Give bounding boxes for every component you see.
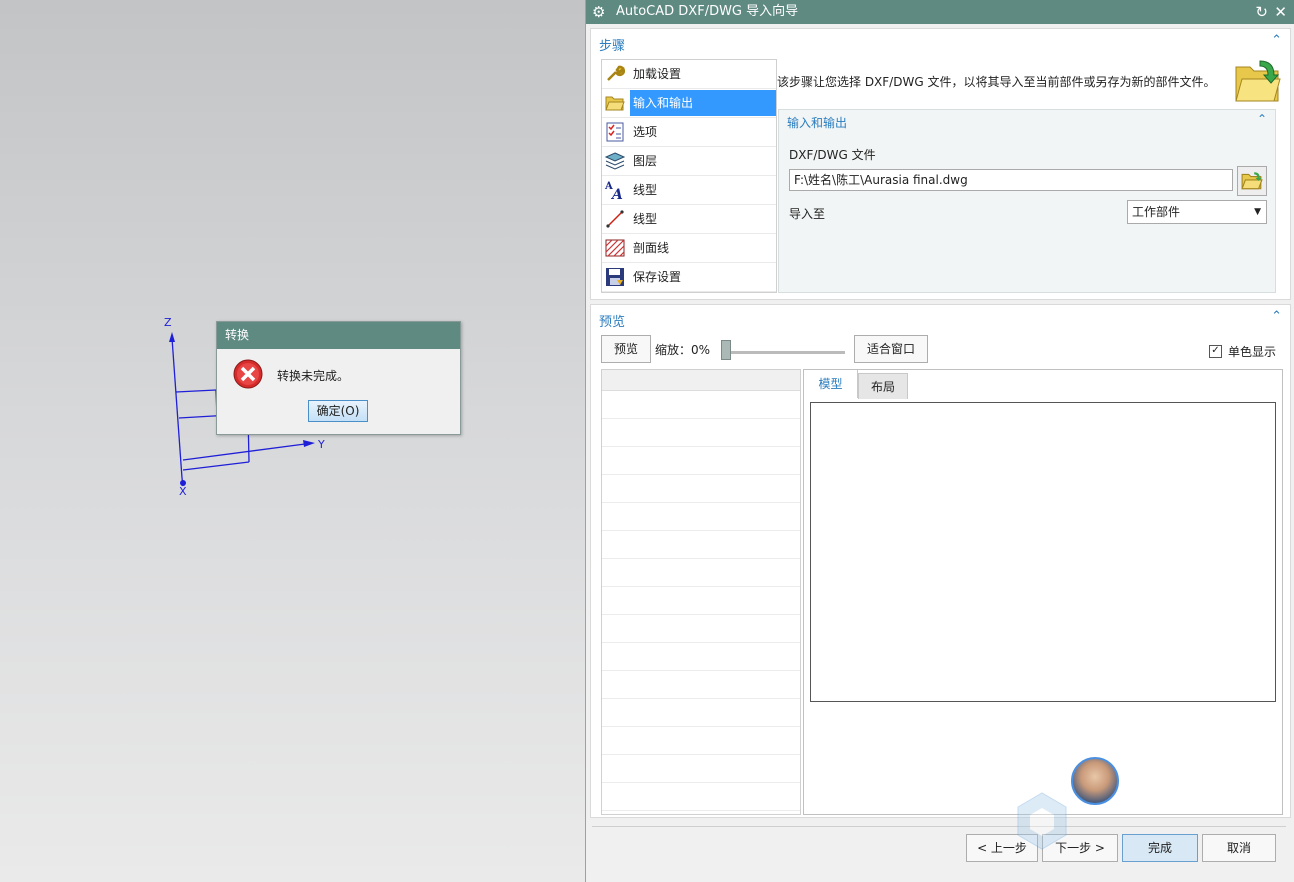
list-item xyxy=(602,587,800,615)
list-item xyxy=(602,699,800,727)
preview-button[interactable]: 预览 xyxy=(601,335,651,363)
import-to-label: 导入至 xyxy=(789,207,826,221)
step-label: 输入和输出 xyxy=(630,90,776,116)
wizard-title-bar: ⚙ AutoCAD DXF/DWG 导入向导 ↻ ✕ xyxy=(586,0,1294,24)
list-item xyxy=(602,643,800,671)
preview-header[interactable]: 预览 xyxy=(599,311,625,330)
reset-icon[interactable]: ↻ xyxy=(1255,0,1268,24)
step-item-font[interactable]: AA 线型 xyxy=(602,176,776,205)
gear-icon[interactable]: ⚙ xyxy=(592,0,605,24)
preview-layer-list[interactable] xyxy=(601,369,801,815)
step-item-save-settings[interactable]: 保存设置 xyxy=(602,263,776,292)
message-box-title: 转换 xyxy=(217,322,460,349)
step-label: 剖面线 xyxy=(633,241,670,255)
io-group: 输入和输出 ⌃ DXF/DWG 文件 F:\姓名\陈工\Aurasia fina… xyxy=(778,109,1276,293)
import-wizard-panel: ⚙ AutoCAD DXF/DWG 导入向导 ↻ ✕ 步骤 ⌃ 加载设置 输入和… xyxy=(585,0,1294,882)
step-description: 该步骤让您选择 DXF/DWG 文件，以将其导入至当前部件或另存为新的部件文件。 xyxy=(777,75,1216,89)
monochrome-checkbox[interactable]: ✓ xyxy=(1209,345,1222,358)
step-label: 线型 xyxy=(633,212,658,226)
step-label: 保存设置 xyxy=(633,270,682,284)
save-icon xyxy=(604,266,626,288)
io-group-header[interactable]: 输入和输出 xyxy=(787,114,847,131)
list-item xyxy=(602,475,800,503)
collapse-icon[interactable]: ⌃ xyxy=(1271,33,1282,48)
list-item xyxy=(602,531,800,559)
steps-section: 步骤 ⌃ 加载设置 输入和输出 选项 图层 A A 线型 线型 剖面线 保存设置… xyxy=(590,28,1291,300)
list-item xyxy=(602,391,800,419)
file-path-input[interactable]: F:\姓名\陈工\Aurasia final.dwg xyxy=(789,169,1233,191)
step-item-input-output[interactable]: 输入和输出 xyxy=(602,89,776,118)
layers-icon xyxy=(604,150,626,172)
message-text: 转换未完成。 xyxy=(277,369,350,383)
step-item-hatch[interactable]: 剖面线 xyxy=(602,234,776,263)
error-icon xyxy=(233,359,263,389)
hatch-icon xyxy=(604,237,626,259)
wrench-icon xyxy=(604,63,626,85)
step-item-options[interactable]: 选项 xyxy=(602,118,776,147)
list-item xyxy=(602,615,800,643)
step-label: 选项 xyxy=(633,125,658,139)
step-item-load-settings[interactable]: 加载设置 xyxy=(602,60,776,89)
step-label: 线型 xyxy=(633,183,658,197)
collapse-icon[interactable]: ⌃ xyxy=(1257,112,1267,126)
list-item xyxy=(602,559,800,587)
graphics-viewport[interactable]: Z Y X 转换 转换未完成。 确定(O) xyxy=(0,0,585,882)
list-header xyxy=(602,370,800,391)
cancel-button[interactable]: 取消 xyxy=(1202,834,1276,862)
preview-section: 预览 ⌃ 预览 缩放：0% 适合窗口 ✓ 单色显示 模型 布局 xyxy=(590,304,1291,818)
svg-text:A: A xyxy=(610,187,623,201)
axis-y-label: Y xyxy=(317,438,325,451)
import-to-value: 工作部件 xyxy=(1132,205,1181,219)
finish-button[interactable]: 完成 xyxy=(1122,834,1198,862)
list-item xyxy=(602,783,800,811)
zoom-slider[interactable] xyxy=(723,351,845,354)
step-label: 加载设置 xyxy=(633,67,682,81)
checklist-icon xyxy=(604,121,626,143)
ok-button[interactable]: 确定(O) xyxy=(308,400,368,422)
file-label: DXF/DWG 文件 xyxy=(789,148,876,162)
wizard-title: AutoCAD DXF/DWG 导入向导 xyxy=(616,4,799,19)
tab-model[interactable]: 模型 xyxy=(804,370,858,398)
steps-header[interactable]: 步骤 xyxy=(599,35,625,54)
step-item-linetype[interactable]: 线型 xyxy=(602,205,776,234)
close-icon[interactable]: ✕ xyxy=(1274,0,1287,24)
import-to-select[interactable]: 工作部件 ▼ xyxy=(1127,200,1267,224)
watermark-logo xyxy=(1017,792,1067,850)
footer-divider xyxy=(592,826,1286,827)
list-item xyxy=(602,755,800,783)
tab-layout[interactable]: 布局 xyxy=(858,373,908,399)
line-icon xyxy=(604,208,626,230)
list-item xyxy=(602,447,800,475)
collapse-icon[interactable]: ⌃ xyxy=(1271,309,1282,324)
step-label: 图层 xyxy=(633,154,658,168)
folder-import-icon xyxy=(1235,60,1281,102)
list-item xyxy=(602,671,800,699)
folder-open-icon xyxy=(604,92,626,114)
browse-button[interactable] xyxy=(1237,166,1267,196)
list-item xyxy=(602,727,800,755)
step-list: 加载设置 输入和输出 选项 图层 A A 线型 线型 剖面线 保存设置 xyxy=(601,59,777,293)
zoom-label: 缩放：0% xyxy=(655,343,711,357)
axis-z-label: Z xyxy=(164,316,172,329)
list-item xyxy=(602,503,800,531)
fit-window-button[interactable]: 适合窗口 xyxy=(854,335,928,363)
monochrome-label: 单色显示 xyxy=(1227,345,1276,359)
font-icon: AA xyxy=(604,179,626,201)
chevron-down-icon: ▼ xyxy=(1254,207,1261,217)
folder-open-icon xyxy=(1241,172,1263,190)
zoom-slider-thumb[interactable] xyxy=(721,340,731,360)
axis-x-label: X xyxy=(179,485,187,498)
preview-tabs: 模型 布局 xyxy=(803,369,1283,815)
message-box: 转换 转换未完成。 确定(O) xyxy=(216,321,461,435)
preview-canvas[interactable] xyxy=(810,402,1276,702)
list-item xyxy=(602,419,800,447)
step-item-layers[interactable]: 图层 xyxy=(602,147,776,176)
